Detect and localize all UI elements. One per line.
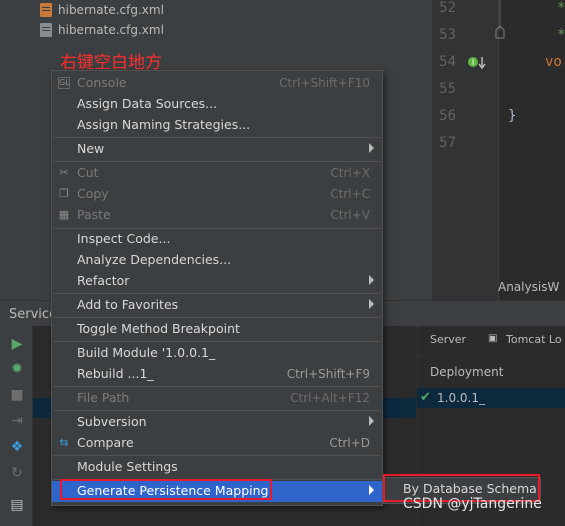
- code-fragment: *: [557, 0, 565, 16]
- menu-separator: [53, 341, 381, 342]
- menu-item-file-path[interactable]: File Path Ctrl+Alt+F12: [52, 388, 382, 409]
- menu-item-compare[interactable]: ⇆ Compare Ctrl+D: [52, 433, 382, 454]
- menu-item-subversion[interactable]: Subversion: [52, 412, 382, 433]
- highlight-box: [60, 479, 272, 500]
- menu-item-new[interactable]: New: [52, 139, 382, 160]
- menu-item-console[interactable]: GL Console Ctrl+Shift+F10: [52, 73, 382, 94]
- code-editor[interactable]: 52 53 54 55 56 57 I * * vo }: [432, 0, 565, 300]
- code-fragment: vo: [545, 54, 562, 70]
- line-number: 54: [439, 54, 456, 70]
- menu-item-inspect-code[interactable]: Inspect Code...: [52, 229, 382, 250]
- artifact-icon[interactable]: ❖: [9, 439, 25, 455]
- svg-text:I: I: [472, 58, 474, 67]
- xml-file-icon: [40, 23, 52, 37]
- menu-item-toggle-method-breakpoint[interactable]: Toggle Method Breakpoint: [52, 319, 382, 340]
- refresh-icon[interactable]: ↻: [9, 465, 25, 481]
- cut-icon: ✂: [59, 166, 69, 179]
- menu-item-analyze-dependencies[interactable]: Analyze Dependencies...: [52, 250, 382, 271]
- compare-icon: ⇆: [59, 436, 69, 449]
- divider: [417, 356, 565, 357]
- menu-item-module-settings[interactable]: Module Settings: [52, 457, 382, 478]
- deployment-item[interactable]: 1.0.0.1_: [437, 391, 485, 405]
- fold-marker-icon[interactable]: [494, 0, 506, 46]
- menu-separator: [53, 161, 381, 162]
- debug-icon[interactable]: ✹: [9, 361, 25, 377]
- menu-item-add-to-favorites[interactable]: Add to Favorites: [52, 295, 382, 316]
- services-toolbar: ▶ ✹ ■ ⇥ ❖ ↻ ▤: [0, 326, 33, 526]
- editor-tab-analysis[interactable]: AnalysisW: [498, 280, 559, 294]
- menu-separator: [53, 410, 381, 411]
- run-icon[interactable]: ▶: [9, 336, 25, 352]
- submenu-arrow-icon: [369, 299, 374, 309]
- menu-item-cut[interactable]: ✂ Cut Ctrl+X: [52, 163, 382, 184]
- deployment-label: Deployment: [430, 365, 504, 379]
- line-number: 53: [439, 27, 456, 43]
- tab-server[interactable]: Server: [430, 333, 466, 346]
- implements-method-icon[interactable]: I: [468, 55, 488, 71]
- context-menu: GL Console Ctrl+Shift+F10 Assign Data So…: [51, 70, 383, 506]
- menu-item-assign-data-sources[interactable]: Assign Data Sources...: [52, 94, 382, 115]
- menu-separator: [53, 317, 381, 318]
- submenu-arrow-icon: [369, 143, 374, 153]
- console-icon: GL: [58, 77, 70, 89]
- menu-separator: [53, 455, 381, 456]
- code-fragment: *: [557, 27, 565, 43]
- layout-icon[interactable]: ▤: [9, 497, 25, 513]
- deploy-icon[interactable]: ⇥: [9, 413, 25, 429]
- tab-tomcat-log[interactable]: Tomcat Lo: [506, 333, 562, 346]
- line-number: 52: [439, 0, 456, 16]
- submenu-arrow-icon: [369, 275, 374, 285]
- menu-item-build-module[interactable]: Build Module '1.0.0.1_: [52, 343, 382, 364]
- stop-icon[interactable]: ■: [9, 387, 25, 403]
- menu-item-assign-naming-strategies[interactable]: Assign Naming Strategies...: [52, 115, 382, 136]
- paste-icon: ▦: [58, 208, 70, 221]
- tree-item-file[interactable]: hibernate.cfg.xml: [40, 0, 164, 20]
- console-icon: ▣: [488, 333, 498, 344]
- menu-separator: [53, 386, 381, 387]
- line-number: 55: [439, 81, 456, 97]
- tree-item-label: hibernate.cfg.xml: [58, 3, 164, 17]
- line-number: 57: [439, 135, 456, 151]
- line-number: 56: [439, 108, 456, 124]
- services-title: Service: [9, 307, 58, 322]
- watermark: CSDN @yjTangerine: [403, 496, 542, 512]
- menu-separator: [53, 293, 381, 294]
- tree-item-file[interactable]: hibernate.cfg.xml: [40, 20, 164, 40]
- code-fragment: }: [508, 108, 517, 124]
- menu-item-refactor[interactable]: Refactor: [52, 271, 382, 292]
- menu-item-paste[interactable]: ▦ Paste Ctrl+V: [52, 205, 382, 226]
- copy-icon: ❐: [59, 187, 69, 200]
- menu-separator: [53, 137, 381, 138]
- submenu-arrow-icon: [369, 485, 374, 495]
- menu-item-rebuild[interactable]: Rebuild ...1_ Ctrl+Shift+F9: [52, 364, 382, 385]
- tree-item-label: hibernate.cfg.xml: [58, 23, 164, 37]
- xml-file-icon: [40, 3, 52, 17]
- check-icon: ✔: [420, 390, 431, 405]
- submenu-arrow-icon: [369, 416, 374, 426]
- menu-item-copy[interactable]: ❐ Copy Ctrl+C: [52, 184, 382, 205]
